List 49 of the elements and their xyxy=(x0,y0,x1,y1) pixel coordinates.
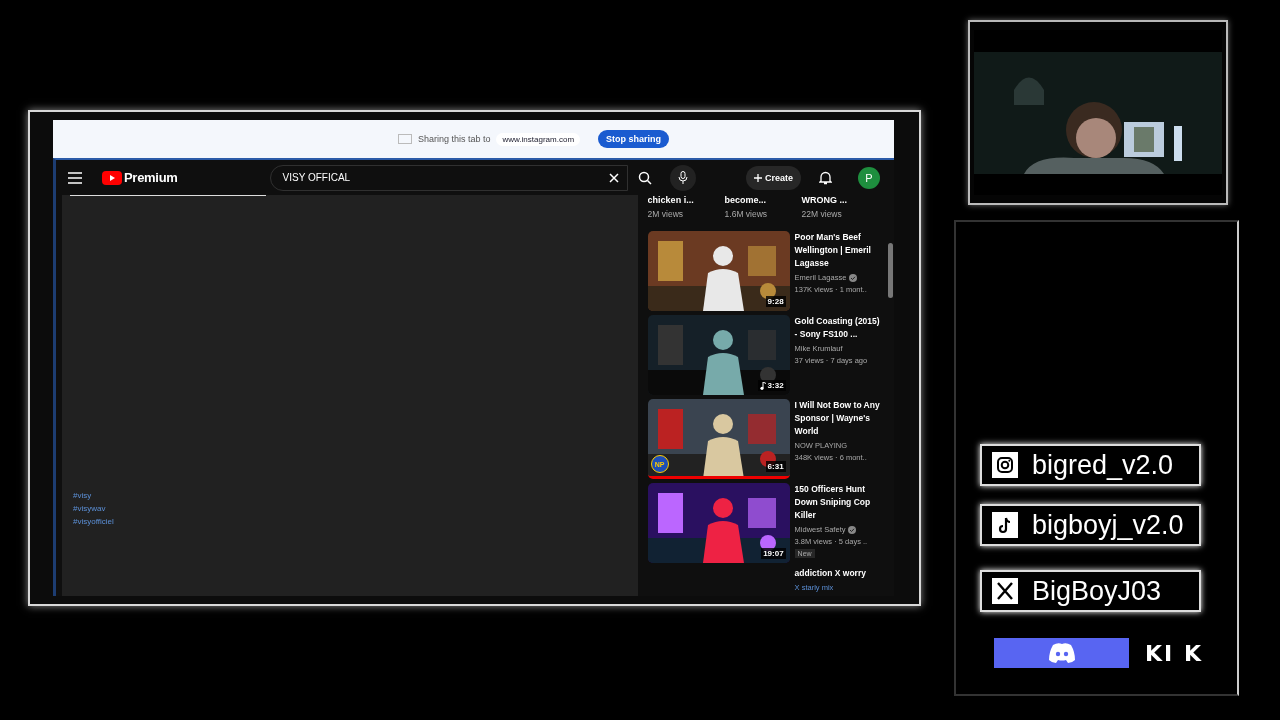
stop-sharing-button[interactable]: Stop sharing xyxy=(598,130,670,148)
video-thumbnail[interactable]: 3:32 xyxy=(647,315,790,396)
microphone-button[interactable] xyxy=(669,164,696,191)
video-duration: 19:07 xyxy=(761,548,786,560)
tiktok-icon xyxy=(992,512,1018,538)
video-thumbnail[interactable]: 9:28 xyxy=(647,231,790,312)
kick-logo: KI K xyxy=(1145,640,1203,666)
shared-site: www.instagram.com xyxy=(496,132,581,146)
discord-button[interactable] xyxy=(994,638,1129,668)
video-duration: 3:32 xyxy=(757,380,786,392)
clear-icon[interactable] xyxy=(608,172,619,183)
discord-logo-icon xyxy=(1046,642,1077,664)
create-button[interactable]: Create xyxy=(746,165,801,190)
hashtag-link[interactable]: #visyofficiel xyxy=(73,515,638,528)
instagram-icon xyxy=(992,452,1018,478)
music-note-icon xyxy=(759,381,766,390)
hashtag-link[interactable]: #visy xyxy=(73,489,638,502)
video-thumbnail[interactable]: 19:07 xyxy=(647,483,790,564)
search-button[interactable] xyxy=(637,170,652,185)
hashtag-link[interactable]: #visywav xyxy=(73,502,638,515)
video-title[interactable]: I Will Not Bow to Any Sponsor | Wayne's World xyxy=(794,399,883,439)
social-handle: bigboyj_v2.0 xyxy=(1032,509,1184,541)
view-count: 22M views xyxy=(801,209,843,219)
video-title[interactable]: chicken i... xyxy=(647,195,725,205)
video-title[interactable]: Gold Coasting (2015) - Sony FS100 ... xyxy=(794,315,883,342)
video-title[interactable]: become... xyxy=(724,195,802,205)
bell-icon[interactable] xyxy=(819,170,832,185)
menu-icon[interactable] xyxy=(68,171,82,184)
view-count: 2M views xyxy=(647,209,685,219)
video-duration: 6:31 xyxy=(765,461,786,473)
scrollbar[interactable] xyxy=(888,243,893,298)
video-title[interactable]: addiction X worry xyxy=(794,567,883,581)
plus-icon xyxy=(754,173,762,182)
sharing-message: Sharing this tab to xyxy=(417,134,491,144)
verified-icon xyxy=(849,273,858,282)
video-title[interactable]: WRONG ... xyxy=(801,195,879,205)
account-avatar[interactable]: P xyxy=(858,166,880,189)
x-logo-icon xyxy=(992,578,1018,604)
microphone-icon xyxy=(677,171,688,184)
tab-icon xyxy=(397,134,412,144)
view-count: 1.6M views xyxy=(724,209,769,219)
youtube-logo-icon xyxy=(102,170,122,185)
verified-icon xyxy=(848,525,857,534)
social-handle: BigBoyJ03 xyxy=(1032,575,1162,607)
video-duration: 9:28 xyxy=(765,296,786,308)
brand-name: Premium xyxy=(124,170,178,185)
social-handle: bigred_v2.0 xyxy=(1032,449,1174,481)
video-title[interactable]: Poor Man's Beef Wellington | Emeril Lagasse xyxy=(794,231,883,271)
video-title[interactable]: 150 Officers Hunt Down Sniping Cop Killer xyxy=(794,483,883,523)
